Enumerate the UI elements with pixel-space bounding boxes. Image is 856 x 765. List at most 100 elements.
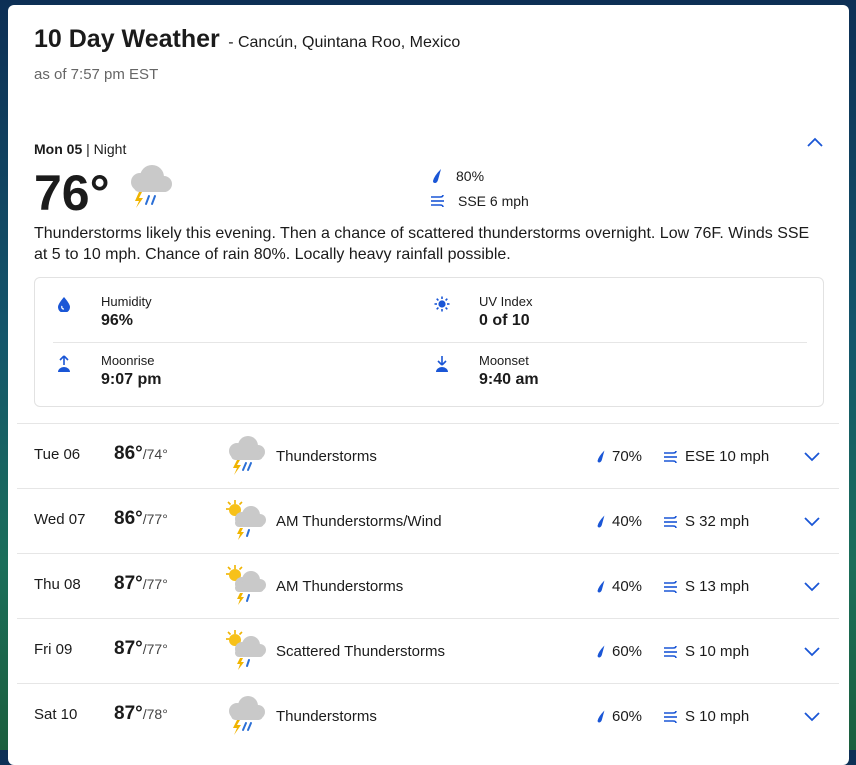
thunderstorm-cloud-icon: [131, 165, 172, 208]
today-date-heading: Mon 05 | Night: [34, 141, 824, 159]
expand-chevron-down-icon[interactable]: [802, 446, 822, 466]
today-part: Night: [93, 141, 127, 157]
forecast-high: 87°: [114, 703, 143, 724]
moonrise-label: Moonrise: [101, 353, 155, 368]
current-temperature: 76°: [34, 165, 110, 221]
moonrise-icon: [58, 355, 70, 372]
forecast-condition: Thunderstorms: [276, 708, 377, 725]
thunderstorm-icon: [222, 693, 268, 739]
forecast-precip: 70%: [595, 448, 642, 465]
forecast-low: /77°: [142, 641, 168, 657]
forecast-wind: ESE 10 mph: [663, 448, 769, 465]
today-wind-value: SSE 6 mph: [458, 193, 529, 209]
forecast-precip-value: 60%: [612, 708, 643, 725]
raindrop-icon: [597, 710, 605, 723]
wind-icon: [664, 515, 677, 528]
expand-chevron-down-icon[interactable]: [802, 511, 822, 531]
wind-icon: [431, 194, 444, 208]
wind-icon: [664, 645, 677, 658]
raindrop-icon: [597, 580, 605, 593]
forecast-precip: 60%: [595, 643, 642, 660]
forecast-precip-value: 40%: [612, 578, 643, 595]
forecast-low: /78°: [142, 706, 168, 722]
today-separator: |: [86, 141, 90, 157]
forecast-day: Fri 09: [34, 641, 73, 658]
forecast-precip: 40%: [595, 513, 642, 530]
forecast-precip: 40%: [595, 578, 642, 595]
forecast-wind: S 10 mph: [663, 708, 749, 725]
forecast-day: Thu 08: [34, 576, 81, 593]
forecast-row[interactable]: Tue 06 86°/74° Thunderstorms 70% ESE 10 …: [17, 423, 839, 488]
moonset-label: Moonset: [479, 353, 529, 368]
today-description: Thunderstorms likely this evening. Then …: [34, 225, 810, 263]
moonrise-detail: Moonrise 9:07 pm: [53, 353, 161, 389]
forecast-temps: 86°/77°: [114, 508, 168, 530]
humidity-label: Humidity: [101, 294, 152, 309]
forecast-precip-value: 40%: [612, 513, 643, 530]
forecast-wind-value: S 10 mph: [685, 643, 750, 660]
forecast-condition: Thunderstorms: [276, 448, 377, 465]
wind-icon: [664, 710, 677, 723]
today-precip-value: 80%: [456, 168, 485, 184]
thunderstorm-icon: [222, 433, 268, 479]
forecast-day: Wed 07: [34, 511, 86, 528]
wind-icon: [664, 450, 677, 463]
uv-detail: UV Index 0 of 10: [431, 294, 532, 330]
forecast-list: Tue 06 86°/74° Thunderstorms 70% ESE 10 …: [17, 423, 839, 748]
forecast-precip-value: 70%: [612, 448, 643, 465]
collapse-chevron-up-icon[interactable]: [805, 133, 825, 153]
moonset-value: 9:40 am: [479, 371, 539, 388]
forecast-low: /77°: [142, 511, 168, 527]
forecast-high: 86°: [114, 443, 143, 464]
expand-chevron-down-icon[interactable]: [802, 706, 822, 726]
moonset-detail: Moonset 9:40 am: [431, 353, 539, 389]
today-day: Mon 05: [34, 141, 83, 157]
wind-icon: [664, 580, 677, 593]
raindrop-icon: [597, 450, 605, 463]
expand-chevron-down-icon[interactable]: [802, 576, 822, 596]
forecast-precip-value: 60%: [612, 643, 643, 660]
forecast-wind-value: S 13 mph: [685, 578, 750, 595]
forecast-row[interactable]: Wed 07 86°/77° AM Thunderstorms/Wind 40%…: [17, 488, 839, 553]
forecast-condition: AM Thunderstorms: [276, 578, 404, 595]
sun-thunderstorm-icon: [222, 628, 268, 674]
forecast-row[interactable]: Sat 10 87°/78° Thunderstorms 60% S 10 mp…: [17, 683, 839, 748]
forecast-wind-value: S 32 mph: [685, 513, 750, 530]
forecast-row[interactable]: Fri 09 87°/77° Scattered Thunderstorms 6…: [17, 618, 839, 683]
today-details-panel: Humidity 96% UV Index 0 of 10 Moonrise 9…: [34, 277, 824, 407]
today-wind: SSE 6 mph: [430, 193, 529, 209]
forecast-wind-value: ESE 10 mph: [685, 448, 770, 465]
forecast-temps: 87°/77°: [114, 638, 168, 660]
forecast-day: Sat 10: [34, 706, 78, 723]
details-divider: [53, 342, 807, 343]
forecast-wind-value: S 10 mph: [685, 708, 750, 725]
weather-card: 10 Day Weather - Cancún, Quintana Roo, M…: [8, 5, 849, 765]
forecast-precip: 60%: [595, 708, 642, 725]
uv-value: 0 of 10: [479, 312, 530, 329]
raindrop-icon: [433, 169, 441, 183]
location-label: - Cancún, Quintana Roo, Mexico: [228, 34, 461, 51]
today-precip: 80%: [430, 168, 484, 184]
forecast-condition: AM Thunderstorms/Wind: [276, 513, 442, 530]
header: 10 Day Weather - Cancún, Quintana Roo, M…: [34, 25, 460, 54]
as-of-timestamp: as of 7:57 pm EST: [34, 66, 159, 83]
moonset-icon: [436, 356, 448, 372]
forecast-row[interactable]: Thu 08 87°/77° AM Thunderstorms 40% S 13…: [17, 553, 839, 618]
forecast-temps: 87°/78°: [114, 703, 168, 725]
forecast-wind: S 13 mph: [663, 578, 749, 595]
forecast-wind: S 32 mph: [663, 513, 749, 530]
forecast-high: 87°: [114, 638, 143, 659]
forecast-temps: 86°/74°: [114, 443, 168, 465]
forecast-condition: Scattered Thunderstorms: [276, 643, 445, 660]
moonrise-value: 9:07 pm: [101, 371, 162, 388]
sun-thunderstorm-icon: [222, 563, 268, 609]
expand-chevron-down-icon[interactable]: [802, 641, 822, 661]
forecast-temps: 87°/77°: [114, 573, 168, 595]
sun-uv-icon: [434, 296, 450, 312]
raindrop-icon: [597, 645, 605, 658]
raindrop-icon: [597, 515, 605, 528]
humidity-detail: Humidity 96%: [53, 294, 152, 330]
forecast-high: 87°: [114, 573, 143, 594]
forecast-high: 86°: [114, 508, 143, 529]
sun-thunderstorm-icon: [222, 498, 268, 544]
